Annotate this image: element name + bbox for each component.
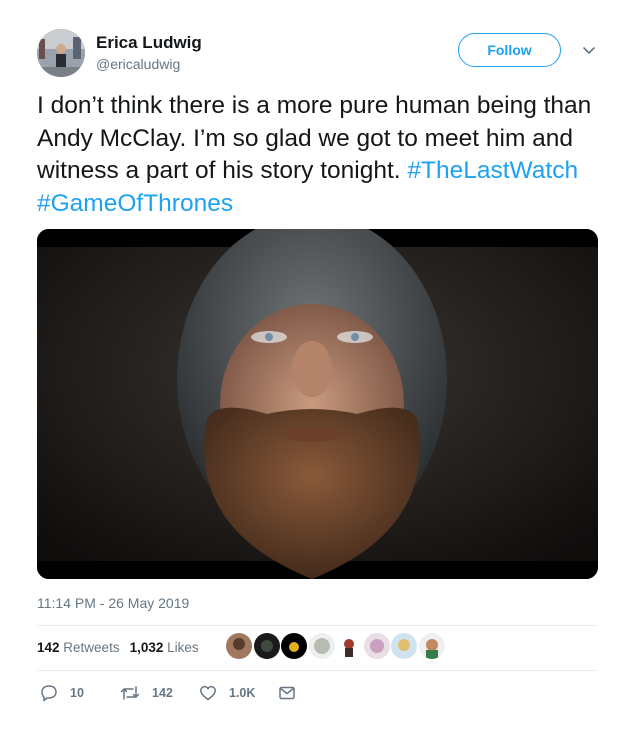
retweets-stat[interactable]: 142 Retweets [37,640,120,655]
envelope-icon [279,686,295,700]
heart-icon [200,685,216,701]
user-avatar[interactable] [37,29,85,77]
user-handle[interactable]: @ericaludwig [96,56,180,72]
reply-count: 10 [70,686,84,700]
chevron-down-icon[interactable] [581,42,597,58]
reply-icon [41,685,57,702]
divider [37,625,598,626]
liker-avatar[interactable] [363,633,390,659]
liker-avatar[interactable] [253,633,280,659]
direct-message-button[interactable] [278,684,308,702]
liker-avatar[interactable] [336,633,362,659]
liker-avatar[interactable] [391,633,417,659]
follow-button[interactable]: Follow [458,33,561,67]
tweet-media-image[interactable] [37,229,598,579]
retweet-icon [120,686,140,700]
liker-avatar[interactable] [418,633,445,659]
liker-avatar[interactable] [281,633,307,659]
divider [37,670,598,671]
hashtag-link[interactable]: #TheLastWatch [407,157,578,184]
retweets-count: 142 [37,640,60,655]
retweet-button[interactable]: 142 [120,684,173,702]
hashtag-link[interactable]: #GameOfThrones [37,190,233,217]
likes-stat[interactable]: 1,032 Likes [130,640,199,655]
liker-avatars [226,633,446,659]
display-name[interactable]: Erica Ludwig [96,33,202,53]
like-count: 1.0K [229,686,256,700]
engagement-stats: 142 Retweets 1,032 Likes [37,640,199,655]
retweets-label: Retweets [63,640,120,655]
like-button[interactable]: 1.0K [199,684,255,702]
liker-avatar[interactable] [308,633,335,659]
likes-label: Likes [167,640,199,655]
retweet-count: 142 [152,686,173,700]
likes-count: 1,032 [129,640,164,655]
tweet-timestamp[interactable]: 11:14 PM - 26 May 2019 [37,595,189,611]
tweet-text: I don’t think there is a more pure human… [37,90,597,220]
reply-button[interactable]: 10 [40,684,84,702]
liker-avatar[interactable] [226,633,252,659]
